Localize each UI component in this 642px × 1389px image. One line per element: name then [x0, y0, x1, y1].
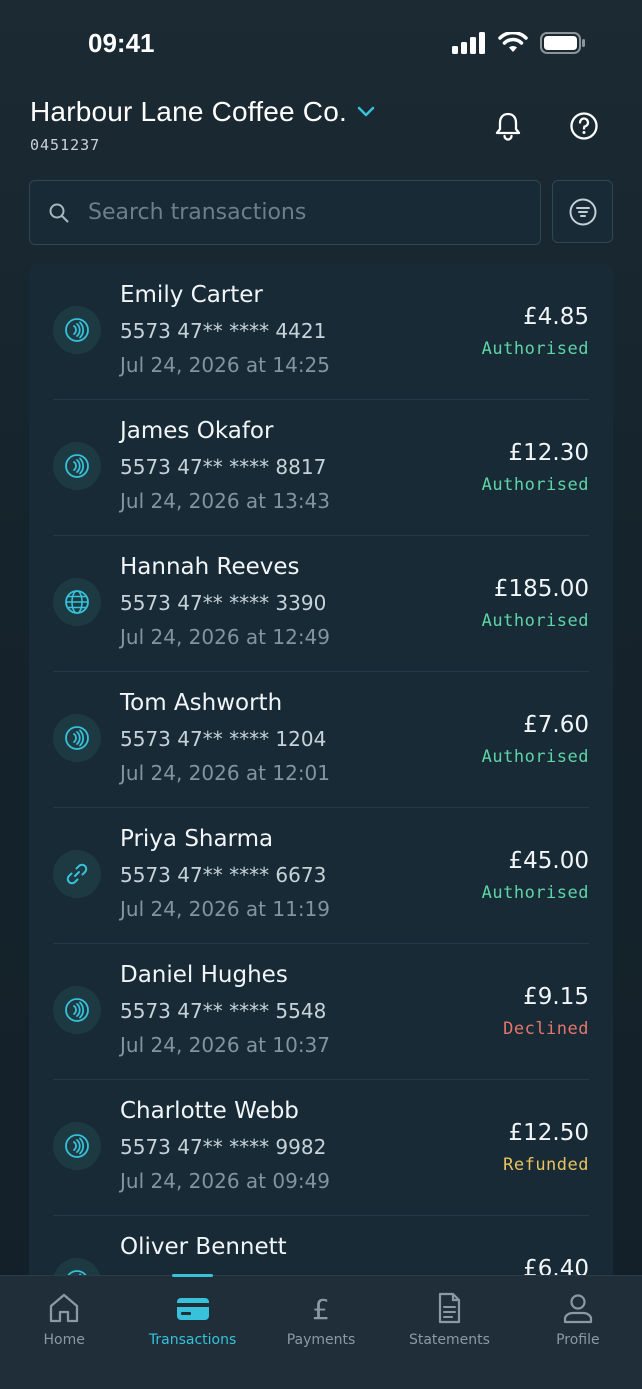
transaction-row[interactable]: Daniel Hughes 5573 47** **** 5548 Jul 24, …	[53, 944, 589, 1080]
card-number: 5573 47** **** 9982	[120, 1135, 327, 1159]
contactless-icon	[53, 986, 101, 1034]
bottom-nav: Home Transactions £ Payments Statements	[0, 1274, 642, 1389]
customer-name: Emily Carter	[120, 282, 263, 308]
transaction-date: Jul 24, 2026 at 12:49	[120, 625, 330, 649]
filter-button[interactable]	[552, 180, 613, 243]
transaction-amount: £4.85	[523, 304, 589, 330]
status-badge: Authorised	[481, 747, 589, 767]
merchant-name: Harbour Lane Coffee Co.	[30, 96, 347, 127]
svg-text:£: £	[312, 1293, 330, 1324]
transaction-date: Jul 24, 2026 at 10:37	[120, 1033, 330, 1057]
transaction-amount: £45.00	[508, 848, 589, 874]
transaction-row[interactable]: Priya Sharma 5573 47** **** 6673 Jul 24, 2…	[53, 808, 589, 944]
search-input[interactable]	[88, 200, 540, 225]
transaction-amount: £12.30	[508, 440, 589, 466]
transaction-row[interactable]: Tom Ashworth 5573 47** **** 1204 Jul 24, 2…	[53, 672, 589, 808]
search-box	[29, 180, 541, 245]
card-number: 5573 47** **** 5548	[120, 999, 327, 1023]
nav-profile[interactable]: Profile	[514, 1276, 642, 1389]
nav-statements[interactable]: Statements	[385, 1276, 513, 1389]
card-number: 5573 47** **** 3390	[120, 591, 327, 615]
status-icons	[452, 32, 586, 54]
card-number: 5573 47** **** 4421	[120, 319, 327, 343]
card-number: 5573 47** **** 6673	[120, 863, 327, 887]
status-bar: 09:41	[0, 0, 642, 90]
bell-icon	[495, 112, 521, 141]
battery-icon	[540, 32, 585, 54]
card-number: 5573 47** **** 1204	[120, 727, 327, 751]
card-number: 5573 47** **** 8817	[120, 455, 327, 479]
cellular-signal-icon	[452, 32, 485, 54]
transaction-row[interactable]: Charlotte Webb 5573 47** **** 9982 Jul 24,…	[53, 1080, 589, 1216]
transaction-amount: £9.15	[523, 984, 589, 1010]
status-badge: Authorised	[481, 475, 589, 495]
customer-name: Daniel Hughes	[120, 962, 288, 988]
customer-name: Oliver Bennett	[120, 1234, 287, 1260]
link-icon	[53, 850, 101, 898]
transaction-row[interactable]: Hannah Reeves 5573 47** **** 3390 Jul 24, …	[53, 536, 589, 672]
help-icon	[570, 112, 598, 140]
transaction-amount: £7.60	[523, 712, 589, 738]
customer-name: Hannah Reeves	[120, 554, 300, 580]
wifi-icon	[498, 32, 528, 52]
nav-label: Transactions	[148, 1332, 237, 1348]
contactless-icon	[53, 442, 101, 490]
document-icon	[439, 1292, 461, 1324]
contactless-icon	[53, 1122, 101, 1170]
nav-transactions[interactable]: Transactions	[128, 1274, 256, 1389]
transaction-date: Jul 24, 2026 at 09:49	[120, 1169, 330, 1193]
contactless-icon	[53, 714, 101, 762]
filter-icon	[569, 198, 596, 225]
customer-name: Priya Sharma	[120, 826, 274, 852]
app-screen: 09:41 Harbour Lane Coffee Co. 0451237 Se…	[0, 0, 642, 1389]
transaction-amount: £185.00	[493, 576, 589, 602]
nav-payments[interactable]: £ Payments	[257, 1276, 385, 1389]
card-icon	[176, 1298, 209, 1320]
home-icon	[50, 1293, 79, 1323]
status-badge: Declined	[503, 1019, 589, 1039]
transactions-list: Emily Carter 5573 47** **** 4421 Jul 24, 2…	[29, 264, 613, 1324]
status-badge: Authorised	[481, 611, 589, 631]
transaction-row[interactable]: James Okafor 5573 47** **** 8817 Jul 24, 2…	[53, 400, 589, 536]
active-tab-indicator	[172, 1274, 214, 1277]
profile-icon	[563, 1294, 592, 1324]
status-badge: Authorised	[481, 883, 589, 903]
pound-icon: £	[312, 1293, 330, 1324]
customer-name: Tom Ashworth	[120, 690, 283, 716]
status-badge: Refunded	[503, 1155, 589, 1175]
transaction-amount: £12.50	[508, 1120, 589, 1146]
nav-label: Statements	[408, 1332, 490, 1348]
nav-label: Home	[43, 1332, 85, 1348]
transaction-row[interactable]: Emily Carter 5573 47** **** 4421 Jul 24, 2…	[53, 264, 589, 400]
nav-label: Payments	[286, 1332, 356, 1348]
notifications-button[interactable]	[488, 106, 528, 146]
header: Harbour Lane Coffee Co. 0451237	[30, 96, 614, 160]
transaction-date: Jul 24, 2026 at 12:01	[120, 761, 330, 785]
globe-icon	[53, 578, 101, 626]
transaction-date: Jul 24, 2026 at 11:19	[120, 897, 330, 921]
status-badge: Authorised	[481, 339, 589, 359]
transaction-date: Jul 24, 2026 at 13:43	[120, 489, 330, 513]
status-time: 09:41	[88, 28, 155, 58]
customer-name: James Okafor	[120, 418, 274, 444]
contactless-icon	[53, 306, 101, 354]
customer-name: Charlotte Webb	[120, 1098, 299, 1124]
help-button[interactable]	[564, 106, 604, 146]
nav-label: Profile	[556, 1332, 600, 1348]
search-icon	[30, 202, 88, 224]
transaction-date: Jul 24, 2026 at 14:25	[120, 353, 330, 377]
chevron-down-icon	[357, 106, 375, 117]
nav-home[interactable]: Home	[0, 1276, 128, 1389]
